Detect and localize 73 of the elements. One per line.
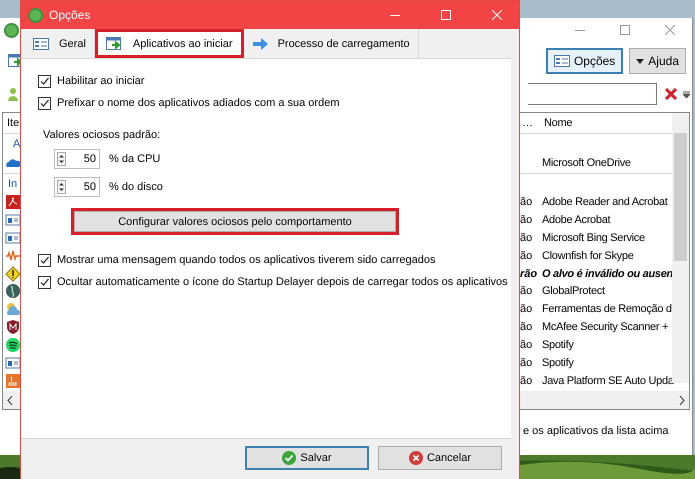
column-header[interactable]: Nome xyxy=(540,117,572,129)
app-name-cell[interactable]: Microsoft OneDrive xyxy=(538,157,631,169)
section-label: Valores ociosos padrão: xyxy=(43,129,162,141)
checkbox[interactable] xyxy=(38,96,51,110)
app-name-cell[interactable]: Clownfish for Skype xyxy=(538,250,634,262)
scroll-left-icon[interactable] xyxy=(7,396,13,404)
app-name-cell[interactable]: Adobe Reader and Acrobat xyxy=(538,196,668,208)
options-button[interactable]: Opções xyxy=(546,48,624,74)
form-icon xyxy=(554,55,570,67)
checkbox[interactable] xyxy=(38,276,51,288)
app-name-cell[interactable]: Spotify xyxy=(538,356,574,369)
users-icon xyxy=(8,87,20,101)
search-field[interactable] xyxy=(528,83,657,105)
number-spinner[interactable]: 50 xyxy=(54,149,100,169)
clear-icon[interactable] xyxy=(665,88,677,100)
checkbox-label: Habilitar ao iniciar xyxy=(57,75,144,87)
spinner-label: % do disco xyxy=(109,181,163,193)
column-header[interactable]: … xyxy=(522,117,540,129)
status-cell-text: ão xyxy=(520,321,534,334)
checkbox-label: Ocultar automaticamente o ícone do Startup Delayer depois de carregar todos os aplicativos xyxy=(57,276,508,288)
app-name-cell[interactable]: GlobalProtect xyxy=(538,285,605,298)
status-cell-text: ão xyxy=(520,339,534,352)
help-menu-button[interactable]: Ajuda xyxy=(629,48,686,74)
tab[interactable]: Aplicativos ao iniciar xyxy=(94,29,244,58)
number-spinner[interactable]: 50 xyxy=(54,177,100,197)
maximize-icon[interactable] xyxy=(620,25,630,35)
app-name-cell[interactable]: Adobe Acrobat xyxy=(538,214,610,226)
group-header: In xyxy=(8,178,18,190)
app-name-cell[interactable]: McAfee Security Scanner + xyxy=(538,321,668,334)
arrow-right-icon xyxy=(252,38,268,50)
checkbox-label: Mostrar uma mensagem quando todos os aplicativos tiverem sido carregados xyxy=(57,254,436,266)
configure-button[interactable]: Configurar valores ociosos pelo comportamento xyxy=(71,208,399,235)
cancel-circle-icon xyxy=(408,451,423,465)
spotify-icon xyxy=(5,337,21,354)
spinner-label: % da CPU xyxy=(109,153,160,165)
app-logo-icon xyxy=(4,22,19,38)
app-logo-icon xyxy=(28,8,43,22)
app-name-cell[interactable]: Spotify xyxy=(538,339,574,352)
status-cell-text: ão xyxy=(520,303,534,316)
group-header: A xyxy=(13,138,20,150)
app-name-cell[interactable]: O alvo é inválido ou ausen xyxy=(538,268,673,280)
app-name-cell[interactable]: Microsoft Bing Service xyxy=(538,232,645,244)
app-name-cell[interactable]: Ferramentas de Remoção d xyxy=(538,303,672,316)
status-cell-text: ão xyxy=(520,356,534,369)
checkbox[interactable] xyxy=(38,74,51,88)
cancel-button[interactable]: Cancelar xyxy=(378,446,502,470)
column-header[interactable]: Ite xyxy=(7,117,20,129)
option-label: e os aplicativos da lista acima xyxy=(523,425,669,437)
dialog-title: Opções xyxy=(49,8,90,22)
caret-icon xyxy=(636,58,644,64)
close-icon[interactable] xyxy=(664,25,674,35)
status-cell-text: ão xyxy=(520,232,534,244)
status-cell-text: ão xyxy=(520,374,534,387)
status-cell: rão xyxy=(520,268,538,280)
dropdown-icon[interactable] xyxy=(683,90,690,98)
warning-icon xyxy=(5,266,21,282)
minimize-icon[interactable] xyxy=(390,14,400,16)
status-cell-text: ão xyxy=(520,196,534,208)
scroll-right-icon[interactable] xyxy=(679,396,685,404)
checkbox-label: Prefixar o nome dos aplicativos adiados com a sua ordem xyxy=(57,97,340,109)
shield-icon xyxy=(5,319,21,336)
status-cell-text: ão xyxy=(520,250,534,262)
status-cell-text: ão xyxy=(520,285,534,298)
spin-arrows-icon[interactable] xyxy=(57,180,66,194)
status-cell-text: ão xyxy=(520,214,534,226)
spin-arrows-icon[interactable] xyxy=(57,152,66,166)
save-button[interactable]: Salvar xyxy=(245,446,369,470)
check-circle-icon xyxy=(282,451,296,465)
globe-icon xyxy=(5,283,21,300)
vertical-scrollbar[interactable] xyxy=(672,113,689,383)
checkbox[interactable] xyxy=(38,254,51,266)
form-icon xyxy=(33,38,49,50)
weather-icon xyxy=(5,301,21,318)
